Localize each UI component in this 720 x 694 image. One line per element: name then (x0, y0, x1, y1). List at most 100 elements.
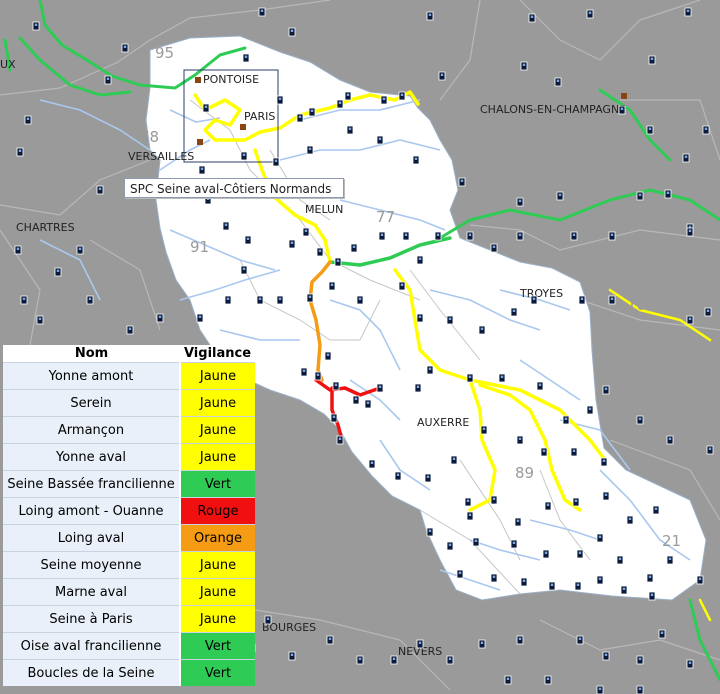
station-icon[interactable] (682, 153, 690, 163)
station-icon[interactable] (240, 265, 248, 275)
station-icon[interactable] (350, 243, 358, 253)
station-icon[interactable] (596, 533, 604, 543)
station-icon[interactable] (330, 413, 338, 423)
station-icon[interactable] (646, 573, 654, 583)
station-icon[interactable] (636, 415, 644, 425)
station-icon[interactable] (14, 245, 22, 255)
legend-row[interactable]: Boucles de la Seine Vert (3, 659, 255, 686)
station-icon[interactable] (706, 445, 714, 455)
station-icon[interactable] (76, 245, 84, 255)
station-icon[interactable] (288, 239, 296, 249)
station-icon[interactable] (438, 71, 446, 81)
station-icon[interactable] (636, 655, 644, 665)
station-icon[interactable] (686, 315, 694, 325)
legend-row[interactable]: Seine moyenne Jaune (3, 551, 255, 579)
station-icon[interactable] (324, 351, 332, 361)
station-icon[interactable] (264, 615, 272, 625)
station-icon[interactable] (516, 435, 524, 445)
station-icon[interactable] (464, 497, 472, 507)
station-icon[interactable] (326, 635, 334, 645)
station-icon[interactable] (96, 185, 104, 195)
station-icon[interactable] (666, 435, 674, 445)
station-icon[interactable] (704, 307, 712, 317)
station-icon[interactable] (126, 325, 134, 335)
station-icon[interactable] (222, 221, 230, 231)
station-icon[interactable] (296, 113, 304, 123)
station-icon[interactable] (520, 577, 528, 587)
station-icon[interactable] (276, 95, 284, 105)
station-icon[interactable] (458, 177, 466, 187)
station-icon[interactable] (516, 231, 524, 241)
station-icon[interactable] (356, 295, 364, 305)
station-icon[interactable] (244, 235, 252, 245)
station-icon[interactable] (578, 295, 586, 305)
station-icon[interactable] (240, 151, 248, 161)
station-icon[interactable] (412, 155, 420, 165)
station-icon[interactable] (328, 281, 336, 291)
station-icon[interactable] (542, 549, 550, 559)
station-icon[interactable] (586, 405, 594, 415)
station-icon[interactable] (658, 629, 666, 639)
legend-row[interactable]: Seine à Paris Jaune (3, 605, 255, 633)
station-icon[interactable] (600, 457, 608, 467)
station-icon[interactable] (652, 505, 660, 515)
station-icon[interactable] (414, 383, 422, 393)
legend-row[interactable]: Marne aval Jaune (3, 578, 255, 606)
station-icon[interactable] (478, 639, 486, 649)
station-icon[interactable] (86, 295, 94, 305)
station-icon[interactable] (300, 367, 308, 377)
station-icon[interactable] (54, 267, 62, 277)
station-icon[interactable] (602, 651, 610, 661)
station-icon[interactable] (20, 295, 28, 305)
station-icon[interactable] (16, 147, 24, 157)
station-icon[interactable] (276, 295, 284, 305)
station-icon[interactable] (36, 315, 44, 325)
station-icon[interactable] (368, 459, 376, 469)
station-icon[interactable] (394, 471, 402, 481)
station-icon[interactable] (576, 635, 584, 645)
legend-row[interactable]: Oise aval francilienne Vert (3, 632, 255, 660)
legend-row[interactable]: Armançon Jaune (3, 416, 255, 444)
station-icon[interactable] (510, 307, 518, 317)
station-icon[interactable] (528, 13, 536, 23)
station-icon[interactable] (336, 435, 344, 445)
station-icon[interactable] (426, 527, 434, 537)
station-icon[interactable] (472, 537, 480, 547)
station-icon[interactable] (308, 107, 316, 117)
station-icon[interactable] (378, 231, 386, 241)
station-icon[interactable] (258, 7, 266, 17)
station-icon[interactable] (544, 501, 552, 511)
station-icon[interactable] (616, 555, 624, 565)
station-icon[interactable] (376, 135, 384, 145)
station-icon[interactable] (586, 9, 594, 19)
station-icon[interactable] (336, 99, 344, 109)
station-icon[interactable] (520, 61, 528, 71)
station-icon[interactable] (514, 517, 522, 527)
station-icon[interactable] (450, 455, 458, 465)
station-icon[interactable] (490, 243, 498, 253)
station-icon[interactable] (648, 591, 656, 601)
station-icon[interactable] (256, 295, 264, 305)
station-icon[interactable] (24, 115, 32, 125)
station-icon[interactable] (696, 575, 704, 585)
station-icon[interactable] (426, 11, 434, 21)
station-icon[interactable] (664, 189, 672, 199)
station-icon[interactable] (398, 91, 406, 101)
legend-row[interactable]: Yonne amont Jaune (3, 362, 255, 390)
station-icon[interactable] (104, 75, 112, 85)
station-icon[interactable] (356, 655, 364, 665)
station-icon[interactable] (121, 43, 129, 53)
station-icon[interactable] (530, 295, 538, 305)
station-icon[interactable] (686, 659, 694, 669)
station-icon[interactable] (288, 651, 296, 661)
station-icon[interactable] (306, 145, 314, 155)
station-icon[interactable] (314, 371, 322, 381)
station-icon[interactable] (478, 325, 486, 335)
station-icon[interactable] (490, 495, 498, 505)
station-icon[interactable] (426, 365, 434, 375)
station-icon[interactable] (702, 125, 710, 135)
station-icon[interactable] (570, 231, 578, 241)
station-icon[interactable] (224, 295, 232, 305)
station-icon[interactable] (540, 447, 548, 457)
station-icon[interactable] (574, 581, 582, 591)
